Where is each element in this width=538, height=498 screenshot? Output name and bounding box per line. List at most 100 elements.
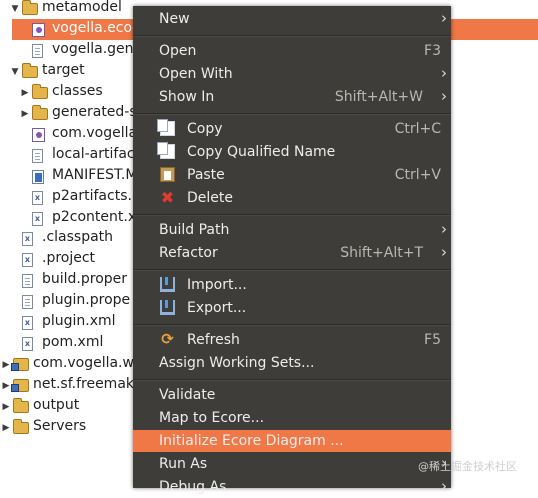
collapsed-arrow-icon[interactable]: ▶ [1, 402, 11, 412]
xml-file-icon: x [22, 337, 33, 352]
xml-file-icon: x [22, 316, 33, 331]
menu-item-label: Open [159, 43, 197, 59]
folder-icon [32, 83, 48, 99]
tree-item-label: plugin.xml [42, 313, 116, 330]
jar-file-icon [32, 127, 45, 142]
submenu-arrow-icon: › [441, 64, 447, 82]
tree-item-label: .classpath [42, 229, 114, 246]
tree-item-label: plugin.prope [42, 292, 131, 309]
menu-item-shortcut: F5 [424, 332, 441, 348]
menu-separator [133, 113, 451, 115]
tree-item-label: net.sf.freemak [33, 376, 135, 393]
menu-item-validate[interactable]: Validate [133, 384, 451, 406]
tree-item-label: .project [42, 250, 96, 267]
folder-icon [22, 0, 38, 15]
tree-item-label: p2artifacts. [52, 187, 132, 204]
copy-qualified-icon [157, 142, 175, 159]
menu-item-label: Copy Qualified Name [187, 144, 336, 160]
menu-item-shortcut: Shift+Alt+W [334, 89, 423, 105]
refresh-icon: ⟳ [161, 330, 174, 348]
menu-item-label: Open With [159, 66, 233, 82]
collapsed-arrow-icon[interactable]: ▶ [20, 88, 30, 98]
tree-item-label: target [42, 61, 85, 78]
project-icon [11, 379, 29, 393]
tree-item-label: com.vogella.w [33, 355, 134, 372]
context-menu: New › Open F3 Open With › Show In Shift+Alt+W › C… [133, 6, 451, 495]
menu-item-new[interactable]: New › [133, 8, 451, 30]
menu-item-paste[interactable]: Paste Ctrl+V [133, 164, 451, 186]
menu-item-shortcut: Ctrl+C [394, 121, 441, 137]
menu-item-label: Export... [187, 300, 247, 316]
manifest-file-icon [32, 169, 44, 184]
file-icon [32, 148, 43, 163]
menu-item-delete[interactable]: ✖ Delete [133, 187, 451, 209]
tree-item-label: output [33, 397, 80, 414]
menu-separator [133, 379, 451, 381]
file-icon [22, 274, 33, 289]
menu-separator [133, 324, 451, 326]
menu-item-import[interactable]: Import... [133, 274, 451, 296]
menu-item-show-in[interactable]: Show In Shift+Alt+W › [133, 86, 451, 108]
menu-item-label: Import... [187, 277, 247, 293]
collapsed-arrow-icon[interactable]: ▶ [1, 423, 11, 433]
menu-item-copy-qualified-name[interactable]: Copy Qualified Name [133, 141, 451, 163]
menu-item-open[interactable]: Open F3 [133, 40, 451, 62]
tree-item-label: generated-s [52, 103, 137, 120]
tree-item-label: p2content.x [52, 208, 137, 225]
menu-item-map-to-ecore[interactable]: Map to Ecore... [133, 407, 451, 429]
menu-item-label: Show In [159, 89, 215, 105]
menu-item-initialize-ecore-diagram[interactable]: Initialize Ecore Diagram ... [133, 430, 451, 452]
menu-item-label: Delete [187, 190, 233, 206]
menu-item-refresh[interactable]: ⟳ Refresh F5 [133, 329, 451, 351]
menu-item-refactor[interactable]: Refactor Shift+Alt+T › [133, 242, 451, 264]
menu-item-label: Validate [159, 387, 216, 403]
xml-file-icon: x [22, 253, 33, 268]
watermark: @稀土掘金技术社区 [418, 460, 517, 473]
menu-item-export[interactable]: Export... [133, 297, 451, 319]
menu-item-debug-as[interactable]: Debug As › [133, 476, 451, 498]
folder-icon [22, 62, 38, 78]
delete-icon: ✖ [160, 188, 175, 207]
xml-file-icon: x [22, 232, 33, 247]
xml-file-icon: x [32, 211, 43, 226]
menu-item-copy[interactable]: Copy Ctrl+C [133, 118, 451, 140]
menu-item-assign-working-sets[interactable]: Assign Working Sets... [133, 352, 451, 374]
expanded-arrow-icon[interactable]: ▼ [10, 4, 20, 14]
menu-item-build-path[interactable]: Build Path › [133, 219, 451, 241]
collapsed-arrow-icon[interactable]: ▶ [1, 381, 11, 391]
file-icon [22, 295, 33, 310]
tree-item-label: MANIFEST.M [52, 166, 138, 183]
folder-icon [32, 104, 48, 120]
menu-separator [133, 214, 451, 216]
copy-icon [157, 119, 175, 136]
menu-item-label: Initialize Ecore Diagram ... [159, 433, 344, 449]
tree-item-label: build.proper [42, 271, 128, 288]
paste-icon [160, 167, 175, 182]
import-icon [160, 277, 175, 292]
tree-item-label: com.vogella [52, 124, 138, 141]
menu-item-run-as[interactable]: Run As › [133, 453, 451, 475]
tree-item-label: vogella.gen [52, 40, 134, 57]
menu-item-shortcut: F3 [424, 43, 441, 59]
ecore-file-icon [32, 22, 45, 37]
menu-item-label: Refactor [159, 245, 218, 261]
menu-item-label: Map to Ecore... [159, 410, 265, 426]
expanded-arrow-icon[interactable]: ▼ [10, 67, 20, 77]
folder-icon [13, 419, 29, 434]
menu-item-label: Paste [187, 167, 225, 183]
genmodel-file-icon [32, 43, 43, 58]
collapsed-arrow-icon[interactable]: ▶ [20, 109, 30, 119]
folder-icon [13, 398, 29, 414]
submenu-arrow-icon: › [441, 220, 447, 238]
submenu-arrow-icon: › [441, 87, 447, 105]
collapsed-arrow-icon[interactable]: ▶ [1, 360, 11, 370]
tree-item-label: classes [52, 82, 103, 99]
menu-item-label: New [159, 11, 190, 27]
submenu-arrow-icon: › [441, 477, 447, 495]
menu-separator [133, 35, 451, 37]
menu-item-open-with[interactable]: Open With › [133, 63, 451, 85]
menu-item-label: Copy [187, 121, 223, 137]
tree-item-label: local-artifac [52, 145, 135, 162]
tree-item-label: vogella.eco [52, 19, 133, 36]
submenu-arrow-icon: › [441, 9, 447, 27]
